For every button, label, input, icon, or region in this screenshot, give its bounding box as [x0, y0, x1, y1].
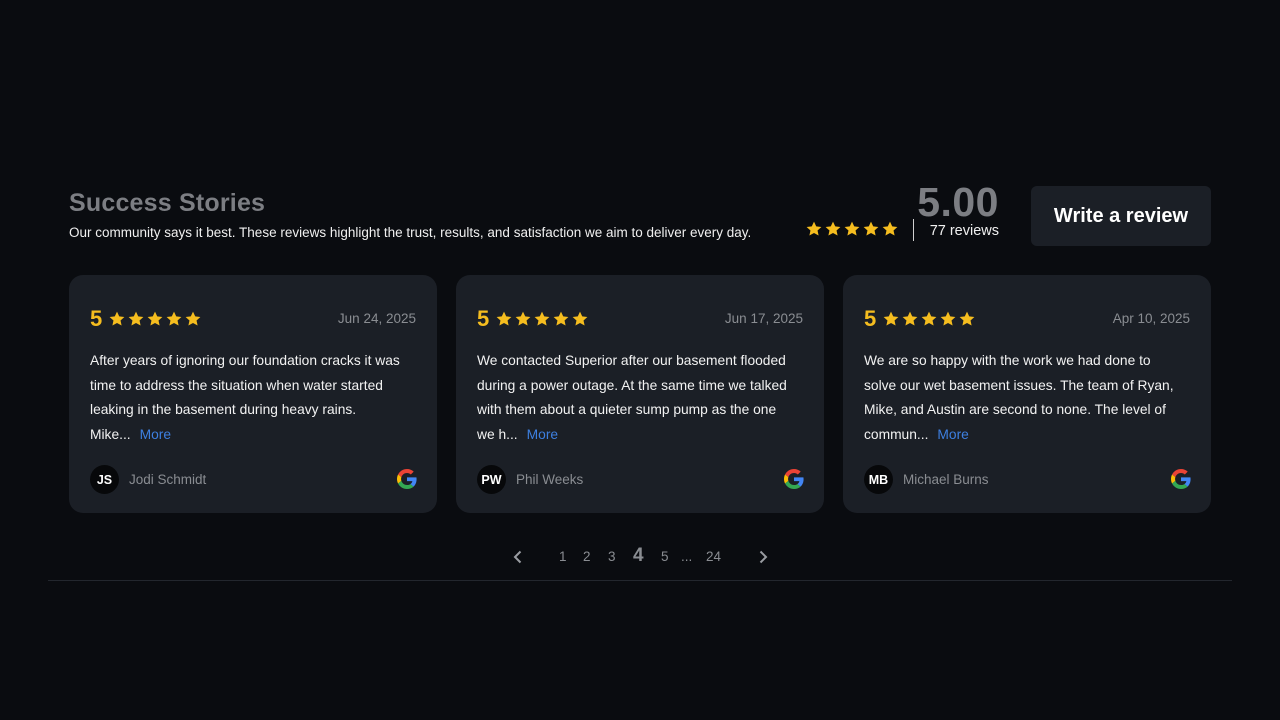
star-icon — [147, 311, 163, 326]
star-icon — [185, 311, 201, 326]
summary-divider — [913, 219, 914, 241]
author-name: Phil Weeks — [516, 472, 584, 487]
summary-stars — [805, 220, 899, 238]
review-count: 77 reviews — [929, 223, 999, 239]
star-icon — [921, 311, 937, 326]
review-stars — [108, 310, 202, 328]
chevron-left-icon[interactable] — [510, 549, 526, 565]
star-icon — [883, 311, 899, 326]
rating-value: 5 — [477, 306, 490, 331]
author-name: Jodi Schmidt — [129, 472, 207, 487]
google-icon — [1171, 469, 1191, 489]
star-icon — [882, 221, 898, 236]
reviews-header: Success Stories Our community says it be… — [69, 179, 1211, 251]
more-link[interactable]: More — [527, 427, 558, 442]
avatar: JS — [90, 465, 119, 494]
page-link[interactable]: 1 — [559, 549, 567, 564]
review-date: Apr 10, 2025 — [1112, 311, 1190, 326]
review-rating: 5 — [477, 306, 589, 332]
review-text: After years of ignoring our foundation c… — [90, 349, 410, 447]
star-icon — [166, 311, 182, 326]
section-title: Success Stories — [69, 189, 266, 217]
review-body: We contacted Superior after our basement… — [477, 353, 787, 442]
review-cards: 5 Jun 24, 2025 After years of ignoring o… — [69, 275, 1211, 513]
star-icon — [128, 311, 144, 326]
average-rating: 5.00 — [917, 179, 999, 225]
pagination: 1 2 3 4 5 ... 24 — [505, 545, 775, 569]
divider — [48, 580, 1232, 581]
reviews-section: Success Stories Our community says it be… — [0, 0, 1280, 720]
star-icon — [109, 311, 125, 326]
review-text: We are so happy with the work we had don… — [864, 349, 1184, 447]
review-date: Jun 17, 2025 — [724, 311, 803, 326]
star-icon — [553, 311, 569, 326]
rating-value: 5 — [90, 306, 103, 331]
page-link-current[interactable]: 4 — [633, 545, 644, 567]
star-icon — [959, 311, 975, 326]
rating-summary: 5.00 77 reviews — [805, 179, 999, 251]
more-link[interactable]: More — [937, 427, 968, 442]
avatar: MB — [864, 465, 893, 494]
review-card: 5 Jun 24, 2025 After years of ignoring o… — [69, 275, 437, 513]
star-icon — [902, 311, 918, 326]
pagination-ellipsis: ... — [681, 549, 693, 564]
review-date: Jun 24, 2025 — [337, 311, 416, 326]
google-icon — [397, 469, 417, 489]
review-rating: 5 — [90, 306, 202, 332]
star-icon — [940, 311, 956, 326]
page-link[interactable]: 3 — [608, 549, 616, 564]
review-author: PW Phil Weeks — [477, 465, 583, 494]
star-icon — [534, 311, 550, 326]
author-name: Michael Burns — [903, 472, 989, 487]
more-link[interactable]: More — [140, 427, 171, 442]
page-link-last[interactable]: 24 — [706, 549, 721, 564]
review-card: 5 Jun 17, 2025 We contacted Superior aft… — [456, 275, 824, 513]
review-card: 5 Apr 10, 2025 We are so happy with the … — [843, 275, 1211, 513]
review-stars — [495, 310, 589, 328]
star-icon — [572, 311, 588, 326]
chevron-right-icon[interactable] — [755, 549, 771, 565]
star-icon — [496, 311, 512, 326]
section-subtitle: Our community says it best. These review… — [69, 225, 752, 240]
review-author: JS Jodi Schmidt — [90, 465, 206, 494]
google-icon — [784, 469, 804, 489]
star-icon — [844, 221, 860, 236]
avatar: PW — [477, 465, 506, 494]
review-rating: 5 — [864, 306, 976, 332]
star-icon — [863, 221, 879, 236]
review-author: MB Michael Burns — [864, 465, 989, 494]
rating-value: 5 — [864, 306, 877, 331]
star-icon — [806, 221, 822, 236]
star-icon — [515, 311, 531, 326]
star-icon — [825, 221, 841, 236]
page-link[interactable]: 2 — [583, 549, 591, 564]
review-body: After years of ignoring our foundation c… — [90, 353, 400, 442]
write-review-button[interactable]: Write a review — [1031, 186, 1211, 246]
review-stars — [882, 310, 976, 328]
review-body: We are so happy with the work we had don… — [864, 353, 1174, 442]
page-link[interactable]: 5 — [661, 549, 669, 564]
review-text: We contacted Superior after our basement… — [477, 349, 797, 447]
